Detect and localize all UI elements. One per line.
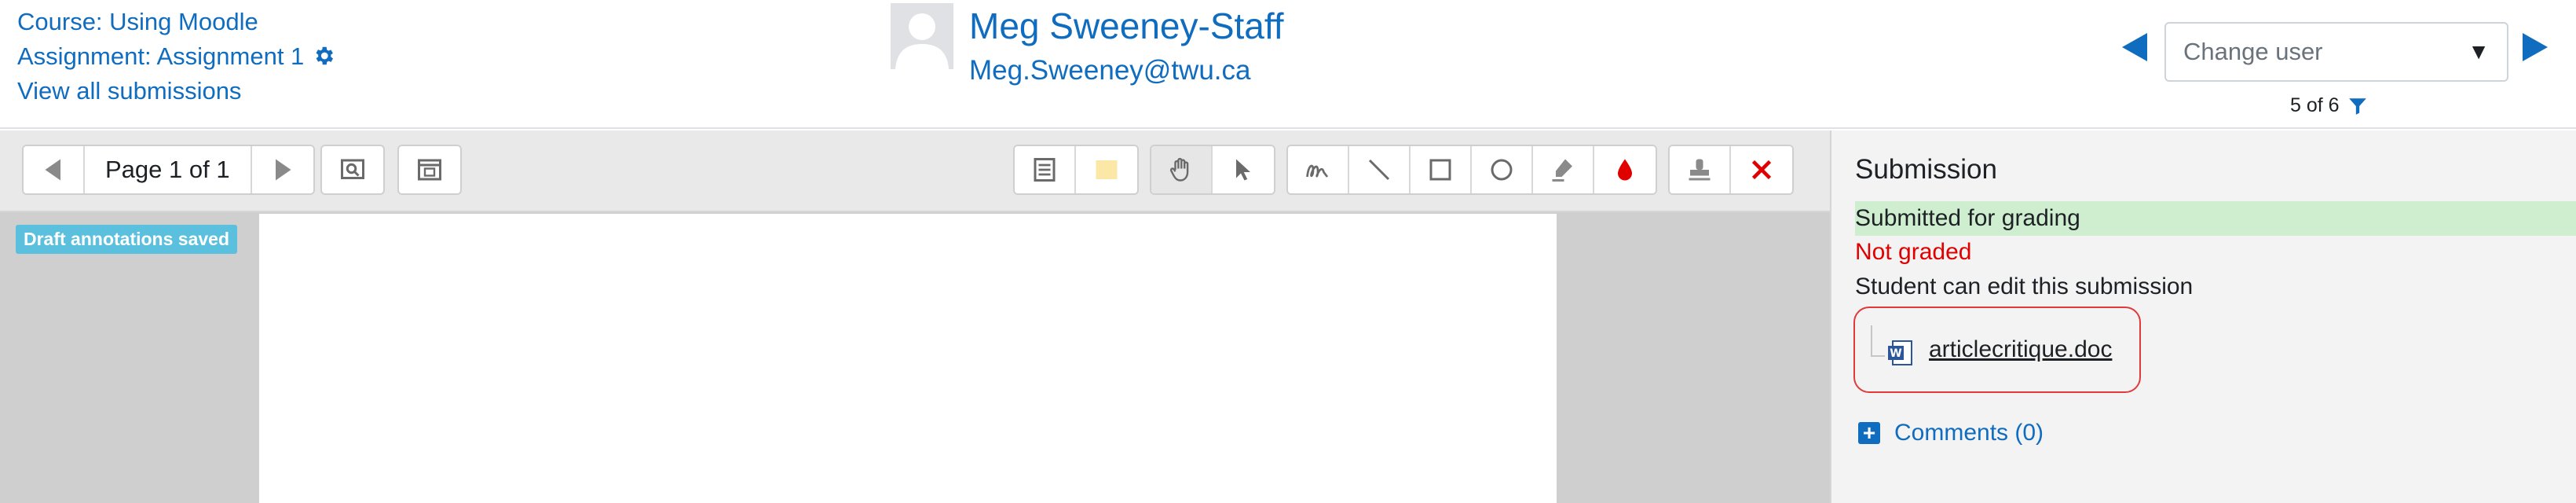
gear-icon[interactable] (312, 44, 335, 68)
comments-label: Comments (0) (1894, 420, 2044, 446)
line-icon (1368, 159, 1390, 181)
previous-user-icon[interactable] (2120, 31, 2149, 63)
page-select[interactable]: Page 1 of 1 (85, 146, 252, 193)
grading-header: Course: Using Moodle Assignment: Assignm… (0, 0, 2576, 129)
plus-icon: + (1858, 422, 1880, 444)
prev-page-button[interactable] (24, 146, 85, 193)
grading-status: Not graded (1855, 239, 1972, 265)
comment-tools-group (1013, 145, 1139, 195)
change-user-placeholder: Change user (2183, 38, 2323, 65)
word-document-icon: W (1888, 340, 1912, 365)
submission-status-panel: Submission Submitted for grading Not gra… (1830, 130, 2576, 503)
stamp-tool-button[interactable] (1670, 146, 1731, 193)
edit-status: Student can edit this submission (1855, 274, 2194, 299)
comment-bank-button[interactable] (1015, 146, 1076, 193)
comment-color-icon (1096, 160, 1118, 179)
page-navigation-group: Page 1 of 1 (22, 145, 315, 195)
drawing-tools-group (1286, 145, 1657, 195)
navigation-tools-group (1150, 145, 1275, 195)
search-comments-group (320, 145, 385, 195)
expand-view-icon (418, 159, 441, 181)
annotation-toolbar: Page 1 of 1 (0, 130, 1830, 212)
comments-toggle[interactable]: + Comments (0) (1858, 420, 2044, 446)
pen-tool-button[interactable] (1288, 146, 1349, 193)
filter-icon[interactable] (2347, 96, 2368, 116)
stamp-tools-group (1668, 145, 1794, 195)
oval-tool-button[interactable] (1472, 146, 1533, 193)
submitted-file-highlight: W articlecritique.doc (1853, 307, 2141, 393)
pdf-annotation-panel: Page 1 of 1 Draft annotations saved (0, 130, 1830, 503)
annotation-color-icon (1618, 159, 1632, 181)
avatar[interactable] (891, 3, 953, 69)
user-email[interactable]: Meg.Sweeney@twu.ca (969, 55, 1250, 86)
pen-icon (1306, 164, 1329, 178)
stamp-icon (1689, 159, 1711, 181)
rectangle-tool-button[interactable] (1411, 146, 1472, 193)
default-user-icon (891, 3, 953, 69)
user-name[interactable]: Meg Sweeney-Staff (969, 5, 1284, 47)
next-user-icon[interactable] (2521, 31, 2549, 63)
expand-view-button[interactable] (399, 146, 460, 193)
comment-bank-icon (1034, 158, 1056, 182)
submission-heading: Submission (1855, 154, 1997, 185)
comment-color-button[interactable] (1076, 146, 1137, 193)
line-tool-button[interactable] (1349, 146, 1411, 193)
user-counter-text: 5 of 6 (2290, 94, 2340, 116)
oval-icon (1491, 159, 1513, 181)
course-link[interactable]: Course: Using Moodle (17, 8, 258, 36)
next-page-button[interactable] (251, 146, 313, 193)
search-comments-icon (341, 159, 364, 179)
view-all-submissions-link[interactable]: View all submissions (17, 77, 241, 105)
pan-tool-button[interactable] (1151, 146, 1213, 193)
user-counter: 5 of 6 (2290, 94, 2368, 117)
delete-icon (1751, 160, 1772, 180)
annotation-color-button[interactable] (1594, 146, 1656, 193)
rectangle-icon (1429, 159, 1451, 181)
next-page-icon (275, 159, 291, 181)
chevron-down-icon: ▼ (2468, 39, 2490, 64)
document-page[interactable] (259, 214, 1557, 503)
delete-annotation-button[interactable] (1731, 146, 1792, 193)
select-icon (1236, 159, 1250, 181)
search-comments-button[interactable] (322, 146, 383, 193)
submitted-file-link[interactable]: articlecritique.doc (1929, 336, 2112, 363)
svg-text:W: W (1890, 347, 1901, 360)
expand-view-group (397, 145, 462, 195)
highlight-icon (1552, 159, 1572, 182)
assignment-link-row: Assignment: Assignment 1 (17, 42, 335, 71)
select-tool-button[interactable] (1213, 146, 1274, 193)
change-user-select[interactable]: Change user ▼ (2164, 22, 2508, 82)
tree-connector (1871, 325, 1885, 357)
pan-icon (1169, 157, 1189, 182)
highlight-tool-button[interactable] (1533, 146, 1594, 193)
draft-saved-badge: Draft annotations saved (16, 225, 237, 254)
assignment-link[interactable]: Assignment: Assignment 1 (17, 42, 304, 70)
prev-page-icon (45, 159, 60, 181)
submission-status: Submitted for grading (1855, 201, 2576, 236)
